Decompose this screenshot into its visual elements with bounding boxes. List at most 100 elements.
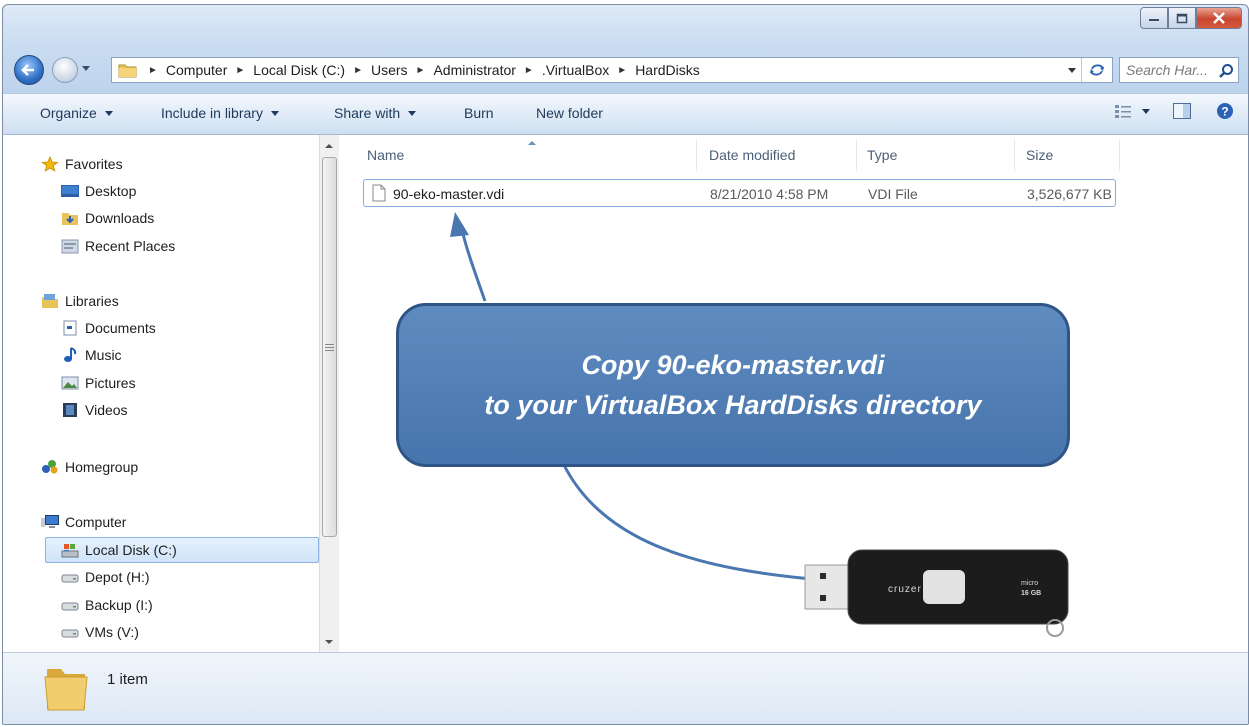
view-dropdown-chevron-down-icon[interactable] xyxy=(1142,108,1150,114)
star-icon xyxy=(41,156,59,172)
include-in-library-label: Include in library xyxy=(161,105,263,121)
sidebar-item-label: Documents xyxy=(85,320,156,336)
sidebar-item-documents[interactable]: Documents xyxy=(61,315,156,341)
sidebar-item-depot-h[interactable]: Depot (H:) xyxy=(61,564,150,590)
details-pane: 1 item xyxy=(3,652,1248,724)
sidebar-item-favorites[interactable]: Favorites xyxy=(41,151,123,177)
maximize-icon xyxy=(1176,13,1188,23)
sidebar-item-videos[interactable]: Videos xyxy=(61,397,128,423)
desktop-icon xyxy=(61,185,79,197)
navigation-bar: ► Computer ► Local Disk (C:) ► Users ► A… xyxy=(3,51,1248,87)
sidebar-item-label: Pictures xyxy=(85,375,136,391)
include-in-library-button[interactable]: Include in library xyxy=(161,105,279,121)
sidebar-item-homegroup[interactable]: Homegroup xyxy=(41,454,138,480)
column-divider[interactable] xyxy=(1014,139,1015,171)
breadcrumb-separator-icon[interactable]: ► xyxy=(148,65,158,76)
file-date-modified: 8/21/2010 4:58 PM xyxy=(710,186,829,202)
breadcrumb-virtualbox[interactable]: .VirtualBox xyxy=(542,62,609,78)
recent-places-icon xyxy=(61,239,79,254)
usb-slider xyxy=(923,570,965,604)
drive-icon xyxy=(61,602,79,611)
usb-connector xyxy=(804,564,851,610)
sidebar-item-label: Downloads xyxy=(85,210,155,226)
table-row[interactable]: 90-eko-master.vdi 8/21/2010 4:58 PM VDI … xyxy=(363,179,1116,207)
address-history-dropdown[interactable] xyxy=(1068,68,1076,73)
burn-label: Burn xyxy=(464,105,494,121)
recent-pages-dropdown[interactable] xyxy=(82,66,90,71)
sidebar-item-computer[interactable]: Computer xyxy=(41,509,126,535)
folder-icon xyxy=(118,64,137,78)
sidebar-item-label: Libraries xyxy=(65,293,119,309)
change-view-icon[interactable] xyxy=(1114,103,1132,119)
breadcrumb-local-disk[interactable]: Local Disk (C:) xyxy=(253,62,345,78)
sidebar-item-desktop[interactable]: Desktop xyxy=(61,178,136,204)
usb-model: micro xyxy=(1021,580,1038,587)
navigation-pane-scrollbar[interactable] xyxy=(319,135,339,652)
help-icon[interactable]: ? xyxy=(1216,102,1234,120)
column-divider[interactable] xyxy=(856,139,857,171)
address-bar[interactable]: ► Computer ► Local Disk (C:) ► Users ► A… xyxy=(111,57,1113,83)
minimize-button[interactable] xyxy=(1140,7,1168,29)
navigation-pane: Favorites Desktop Downloads Recent Place… xyxy=(3,135,339,652)
sidebar-item-label: Computer xyxy=(65,514,127,530)
pictures-icon xyxy=(61,376,79,390)
sidebar-item-libraries[interactable]: Libraries xyxy=(41,288,119,314)
item-count: 1 item xyxy=(107,671,148,688)
maximize-button[interactable] xyxy=(1168,7,1196,29)
search-icon[interactable] xyxy=(1218,63,1234,79)
sidebar-item-vms-v[interactable]: VMs (V:) xyxy=(61,619,139,645)
sidebar-item-backup-i[interactable]: Backup (I:) xyxy=(61,592,153,618)
search-input[interactable]: Search Har... xyxy=(1126,62,1208,78)
sidebar-item-local-disk-c[interactable]: Local Disk (C:) xyxy=(3,537,319,563)
file-name: 90-eko-master.vdi xyxy=(393,186,505,202)
sidebar-item-music[interactable]: Music xyxy=(61,342,122,368)
scrollbar-thumb[interactable] xyxy=(322,157,337,537)
sidebar-item-label: Local Disk (C:) xyxy=(85,542,177,558)
column-header-name[interactable]: Name xyxy=(367,147,404,163)
back-button[interactable] xyxy=(14,55,44,85)
column-header-size[interactable]: Size xyxy=(1026,147,1053,163)
scroll-down-icon[interactable] xyxy=(320,635,338,649)
column-divider[interactable] xyxy=(1119,139,1120,171)
callout-line-1: Copy 90-eko-master.vdi xyxy=(581,350,885,380)
file-type: VDI File xyxy=(868,186,918,202)
organize-button[interactable]: Organize xyxy=(40,105,113,121)
file-size: 3,526,677 KB xyxy=(1027,186,1112,202)
forward-button[interactable] xyxy=(52,57,78,83)
search-box[interactable]: Search Har... xyxy=(1119,57,1239,83)
close-button[interactable] xyxy=(1196,7,1242,29)
sidebar-item-recent-places[interactable]: Recent Places xyxy=(61,233,175,259)
sidebar-item-label: Backup (I:) xyxy=(85,597,153,613)
burn-button[interactable]: Burn xyxy=(464,105,494,121)
homegroup-icon xyxy=(42,460,58,474)
sidebar-item-pictures[interactable]: Pictures xyxy=(61,370,136,396)
sidebar-item-downloads[interactable]: Downloads xyxy=(61,205,154,231)
breadcrumb-separator-icon[interactable]: ► xyxy=(235,65,245,76)
breadcrumb-users[interactable]: Users xyxy=(371,62,408,78)
sidebar-item-partial[interactable] xyxy=(61,645,85,652)
column-header-date-modified[interactable]: Date modified xyxy=(709,147,795,163)
computer-icon xyxy=(41,515,59,528)
refresh-icon xyxy=(1090,64,1104,76)
breadcrumb-separator-icon[interactable]: ► xyxy=(617,65,627,76)
column-divider[interactable] xyxy=(696,139,697,171)
usb-capacity: 16 GB xyxy=(1021,590,1041,597)
breadcrumb-separator-icon[interactable]: ► xyxy=(416,65,426,76)
column-header-type[interactable]: Type xyxy=(867,147,897,163)
breadcrumb-separator-icon[interactable]: ► xyxy=(353,65,363,76)
scroll-up-icon[interactable] xyxy=(320,139,338,153)
breadcrumb-harddisks[interactable]: HardDisks xyxy=(635,62,700,78)
local-disk-icon xyxy=(61,544,79,558)
breadcrumb-computer[interactable]: Computer xyxy=(166,62,227,78)
breadcrumb-administrator[interactable]: Administrator xyxy=(433,62,515,78)
new-folder-button[interactable]: New folder xyxy=(536,105,603,121)
refresh-button[interactable] xyxy=(1081,58,1112,82)
drive-icon xyxy=(61,574,79,583)
close-icon xyxy=(1213,12,1225,24)
back-arrow-icon xyxy=(21,64,34,76)
share-with-button[interactable]: Share with xyxy=(334,105,417,121)
music-icon xyxy=(64,347,77,362)
breadcrumb-separator-icon[interactable]: ► xyxy=(524,65,534,76)
chevron-down-icon xyxy=(270,110,279,116)
preview-pane-icon[interactable] xyxy=(1172,102,1192,120)
